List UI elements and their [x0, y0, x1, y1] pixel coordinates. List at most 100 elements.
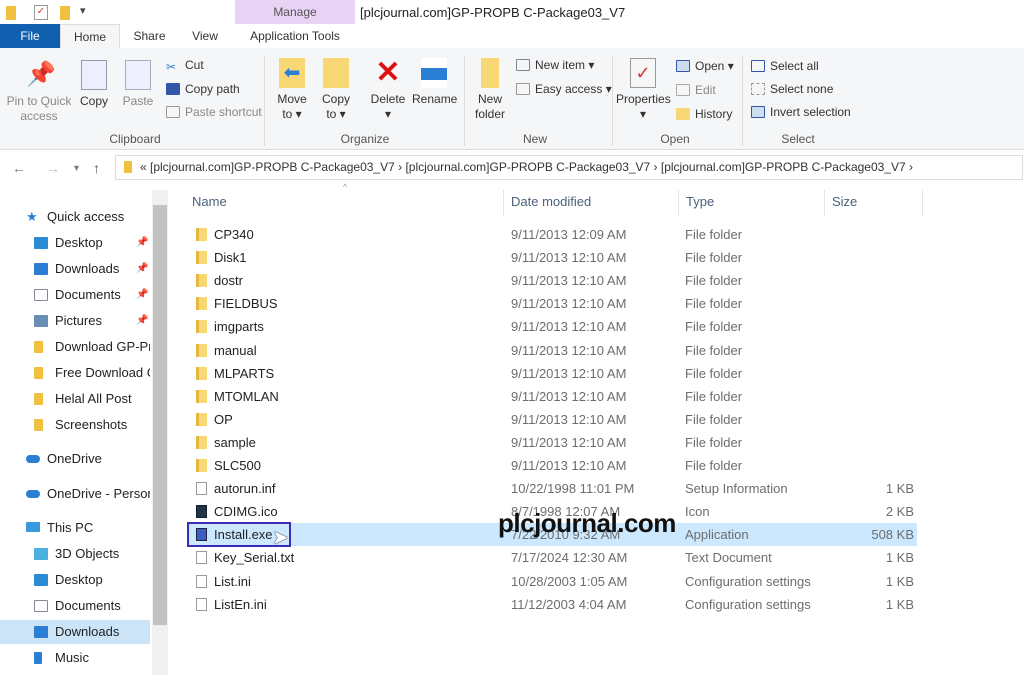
file-row[interactable]: manual 9/11/2013 12:10 AM File folder: [187, 339, 917, 362]
column-header-name[interactable]: Name: [192, 190, 227, 214]
sidebar-scroll-thumb[interactable]: [153, 205, 167, 625]
copy-path-button[interactable]: Copy path: [166, 82, 240, 96]
recent-locations-button[interactable]: ▾: [74, 163, 79, 174]
edit-button[interactable]: Edit: [676, 83, 716, 97]
manage-context-tab[interactable]: Manage: [235, 0, 355, 24]
open-group-label: Open: [660, 132, 690, 146]
file-row[interactable]: OP 9/11/2013 12:10 AM File folder: [187, 408, 917, 431]
sidebar-item[interactable]: Helal All Post: [0, 387, 150, 411]
file-row[interactable]: List.ini 10/28/2003 1:05 AM Configuration …: [187, 570, 917, 593]
settings-file-icon: [196, 482, 207, 496]
new-folder-button[interactable]: New folder: [470, 58, 510, 122]
application-tools-tab[interactable]: Application Tools: [235, 24, 355, 48]
properties-quick-icon[interactable]: ✓: [34, 5, 48, 20]
paste-shortcut-button[interactable]: Paste shortcut: [166, 105, 262, 119]
file-row[interactable]: dostr 9/11/2013 12:10 AM File folder: [187, 269, 917, 292]
desktop-icon: [34, 574, 48, 586]
forward-button[interactable]: →: [46, 160, 60, 176]
sidebar-item[interactable]: 3D Objects: [0, 542, 150, 566]
file-row[interactable]: Key_Serial.txt 7/17/2024 12:30 AM Text Doc…: [187, 546, 917, 569]
sidebar-item[interactable]: Free Download C: [0, 361, 150, 385]
sidebar-item[interactable]: Downloads: [0, 620, 150, 644]
file-row[interactable]: ListEn.ini 11/12/2003 4:04 AM Configuratio…: [187, 593, 917, 616]
back-button[interactable]: ←: [12, 160, 26, 176]
tab-share[interactable]: Share: [122, 24, 177, 48]
sidebar-item[interactable]: Desktop 📌: [0, 231, 150, 255]
column-header-size[interactable]: Size: [832, 190, 857, 214]
properties-button[interactable]: ✓ Properties ▾: [616, 58, 671, 122]
file-date: 9/11/2013 12:10 AM: [511, 365, 627, 381]
column-header-type[interactable]: Type: [686, 190, 714, 214]
file-date: 9/11/2013 12:09 AM: [511, 227, 627, 242]
file-row[interactable]: MTOMLAN 9/11/2013 12:10 AM File folder: [187, 385, 917, 408]
tab-home[interactable]: Home: [60, 24, 120, 48]
file-row[interactable]: FIELDBUS 9/11/2013 12:10 AM File folder: [187, 292, 917, 315]
cut-button[interactable]: ✂ Cut: [166, 58, 204, 74]
file-row[interactable]: SLC500 9/11/2013 12:10 AM File folder: [187, 454, 917, 477]
copy-to-button[interactable]: Copy to ▾: [316, 58, 356, 122]
sidebar-item-label: OneDrive - Person: [47, 486, 150, 501]
sidebar-item[interactable]: Documents 📌: [0, 283, 150, 307]
file-row[interactable]: MLPARTS 9/11/2013 12:10 AM File folder: [187, 362, 917, 385]
address-bar[interactable]: « [plcjournal.com]GP-PROPB C-Package03_V…: [115, 155, 1023, 180]
sidebar-item[interactable]: OneDrive - Person: [0, 482, 150, 506]
sidebar-item-label: OneDrive: [47, 451, 102, 466]
delete-button[interactable]: ✕ Delete ▾: [368, 58, 408, 122]
sidebar-item[interactable]: This PC: [0, 516, 150, 540]
new-group-label: New: [522, 132, 547, 146]
easy-access-button[interactable]: Easy access ▾: [516, 82, 612, 96]
sidebar-item[interactable]: Desktop: [0, 568, 150, 592]
sidebar-item-label: Download GP-Pr: [55, 339, 150, 354]
history-button[interactable]: History: [676, 107, 732, 121]
sidebar-item[interactable]: Downloads 📌: [0, 257, 150, 281]
pin-quick-access-button[interactable]: 📌 Pin to Quick access: [4, 60, 74, 124]
file-name: OP: [214, 411, 233, 427]
file-row[interactable]: CP340 9/11/2013 12:09 AM File folder: [187, 223, 917, 246]
folder-icon: [196, 366, 207, 380]
file-row[interactable]: imgparts 9/11/2013 12:10 AM File folder: [187, 315, 917, 338]
sidebar-item[interactable]: Download GP-Pr: [0, 335, 150, 359]
file-size: 2 KB: [885, 504, 914, 520]
divider: [678, 190, 679, 216]
tab-view[interactable]: View: [180, 24, 230, 48]
column-header-date[interactable]: Date modified: [511, 190, 591, 214]
scissors-icon: ✂: [166, 60, 177, 74]
sidebar-item[interactable]: Music: [0, 646, 150, 670]
divider: [922, 190, 923, 216]
tab-file[interactable]: File: [0, 24, 60, 48]
file-type: File folder: [685, 296, 743, 312]
rename-button[interactable]: Rename: [412, 58, 457, 107]
select-all-button[interactable]: Select all: [751, 59, 819, 73]
open-button[interactable]: Open ▾: [676, 59, 734, 73]
file-row[interactable]: Disk1 9/11/2013 12:10 AM File folder: [187, 246, 917, 269]
copy-button[interactable]: Copy: [76, 60, 112, 109]
cloud-icon: [26, 455, 40, 463]
paste-icon: [125, 60, 151, 90]
sidebar-item[interactable]: OneDrive: [0, 447, 150, 471]
paste-button[interactable]: Paste: [120, 60, 156, 109]
paste-shortcut-icon: [166, 106, 180, 118]
sidebar-item[interactable]: Screenshots: [0, 413, 150, 437]
download-icon: [34, 263, 48, 275]
sidebar-item[interactable]: Pictures 📌: [0, 309, 150, 333]
divider: [264, 56, 265, 146]
image-file-icon: [196, 505, 207, 519]
file-type: File folder: [685, 342, 743, 358]
invert-selection-button[interactable]: Invert selection: [751, 105, 851, 119]
new-folder-quick-icon[interactable]: [60, 6, 70, 20]
customize-toolbar-icon[interactable]: ▾: [80, 4, 86, 17]
sidebar-item[interactable]: Documents: [0, 594, 150, 618]
file-row[interactable]: autorun.inf 10/22/1998 11:01 PM Setup Info…: [187, 477, 917, 500]
up-button[interactable]: ↑: [93, 160, 100, 176]
folder-icon: [34, 419, 43, 431]
file-name: MTOMLAN: [214, 388, 279, 404]
sidebar-item[interactable]: ★ Quick access: [0, 205, 150, 229]
file-name: autorun.inf: [214, 481, 276, 497]
new-item-button[interactable]: New item ▾: [516, 58, 594, 72]
sort-ascending-icon: ^: [343, 182, 348, 192]
move-to-button[interactable]: ⬅ Move to ▾: [272, 58, 312, 122]
file-date: 7/17/2024 12:30 AM: [511, 550, 628, 566]
file-row[interactable]: sample 9/11/2013 12:10 AM File folder: [187, 431, 917, 454]
folder-icon: [196, 435, 207, 449]
select-none-button[interactable]: Select none: [751, 82, 833, 96]
